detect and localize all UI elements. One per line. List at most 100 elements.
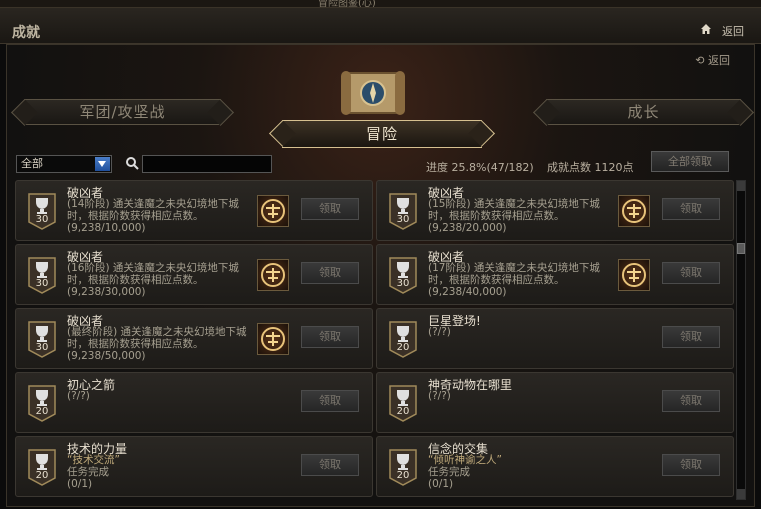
category-dropdown[interactable]: 全部: [16, 155, 112, 173]
trophy-icon: 30: [388, 256, 418, 294]
trophy-icon: 20: [388, 448, 418, 486]
achievement-list: 30 破凶者 (14阶段) 通关逢魔之未央幻境地下城时，根据阶数获得相应点数。 (9…: [15, 180, 735, 503]
achievement-quote: “技术交流”: [67, 454, 120, 466]
achievement-progress: (9,238/40,000): [428, 286, 507, 298]
achievement-progress: (9,238/20,000): [428, 222, 507, 234]
achievement-progress: (9,238/10,000): [67, 222, 146, 234]
achievement-points: 20: [396, 406, 410, 417]
achievement-description: (?/?): [428, 390, 618, 402]
claim-button[interactable]: 领取: [662, 198, 720, 220]
achievement-progress: (?/?): [67, 390, 90, 402]
reward-emblem-icon[interactable]: [257, 259, 289, 291]
window-title: 冒险图鉴(心): [318, 0, 376, 8]
header: 成就 返回: [0, 8, 761, 44]
claim-button[interactable]: 领取: [662, 454, 720, 476]
achievement-card: 30 破凶者 (15阶段) 通关逢魔之未央幻境地下城时，根据阶数获得相应点数。 (9…: [376, 180, 734, 241]
search-input[interactable]: [142, 155, 272, 173]
trophy-icon: 30: [27, 256, 57, 294]
achievement-panel: ⟲ 返回 军团/攻坚战 冒险 成长 全部 进度 25.8%(47/182) 成就…: [6, 44, 755, 507]
claim-button[interactable]: 领取: [301, 454, 359, 476]
panel-back-label: 返回: [708, 54, 730, 67]
achievement-desc-text: (最终阶段) 通关逢魔之未央幻境地下城时，根据阶数获得相应点数。: [67, 326, 247, 350]
achievement-card: 20 初心之箭 (?/?) 领取: [15, 372, 373, 433]
reward-emblem-icon[interactable]: [618, 195, 650, 227]
claim-button[interactable]: 领取: [662, 390, 720, 412]
achievement-points: 30: [396, 278, 410, 289]
achievement-card: 30 破凶者 (14阶段) 通关逢魔之未央幻境地下城时，根据阶数获得相应点数。 (9…: [15, 180, 373, 241]
achievement-desc-text: (15阶段) 通关逢魔之未央幻境地下城时，根据阶数获得相应点数。: [428, 198, 600, 222]
achievement-desc-text: (17阶段) 通关逢魔之未央幻境地下城时，根据阶数获得相应点数。: [428, 262, 600, 286]
achievement-card: 20 技术的力量 “技术交流” 任务完成 (0/1) 领取: [15, 436, 373, 497]
trophy-icon: 30: [27, 320, 57, 358]
header-back-button[interactable]: 返回: [722, 23, 744, 39]
achievement-description: (17阶段) 通关逢魔之未央幻境地下城时，根据阶数获得相应点数。 (9,238/4…: [428, 262, 618, 298]
achievement-progress: (9,238/50,000): [67, 350, 146, 362]
achievement-card: 30 破凶者 (最终阶段) 通关逢魔之未央幻境地下城时，根据阶数获得相应点数。 (9…: [15, 308, 373, 369]
achievement-points: 30: [35, 342, 49, 353]
achievement-progress: (?/?): [428, 326, 451, 338]
points-label: 成就点数: [547, 161, 591, 174]
scroll-up-arrow[interactable]: [737, 181, 745, 191]
scroll-emblem-icon: [337, 67, 409, 119]
tab-adventure[interactable]: 冒险: [282, 120, 482, 148]
achievement-card: 20 神奇动物在哪里 (?/?) 领取: [376, 372, 734, 433]
points-text: 成就点数 1120点: [547, 159, 634, 175]
achievement-desc-text: 任务完成: [428, 466, 470, 478]
claim-button[interactable]: 领取: [662, 326, 720, 348]
claim-button[interactable]: 领取: [301, 198, 359, 220]
claim-button[interactable]: 领取: [301, 326, 359, 348]
claim-button[interactable]: 领取: [662, 262, 720, 284]
trophy-icon: 30: [388, 192, 418, 230]
progress-text: 进度 25.8%(47/182): [426, 159, 534, 175]
achievement-description: (最终阶段) 通关逢魔之未央幻境地下城时，根据阶数获得相应点数。 (9,238/5…: [67, 326, 257, 362]
trophy-icon: 20: [388, 384, 418, 422]
home-icon[interactable]: [700, 23, 712, 35]
claim-all-button[interactable]: 全部领取: [651, 151, 729, 172]
achievement-quote: “倾听神谕之人”: [428, 454, 502, 466]
achievement-desc-text: 任务完成: [67, 466, 109, 478]
reward-emblem-icon[interactable]: [257, 323, 289, 355]
points-value: 1120点: [594, 161, 634, 174]
progress-value: 25.8%(47/182): [451, 161, 534, 174]
achievement-progress: (0/1): [67, 478, 93, 490]
achievement-points: 20: [35, 470, 49, 481]
achievement-card: 30 破凶者 (16阶段) 通关逢魔之未央幻境地下城时，根据阶数获得相应点数。 (9…: [15, 244, 373, 305]
achievement-description: (15阶段) 通关逢魔之未央幻境地下城时，根据阶数获得相应点数。 (9,238/2…: [428, 198, 618, 234]
achievement-description: “技术交流” 任务完成 (0/1): [67, 454, 257, 490]
back-arrow-icon: ⟲: [695, 54, 705, 67]
achievement-points: 30: [35, 214, 49, 225]
panel-back-button[interactable]: ⟲ 返回: [695, 52, 730, 68]
scroll-thumb[interactable]: [737, 243, 745, 254]
tab-growth[interactable]: 成长: [546, 99, 741, 125]
window-titlebar: 冒险图鉴(心): [0, 0, 761, 8]
reward-emblem-icon[interactable]: [257, 195, 289, 227]
reward-emblem-icon[interactable]: [618, 259, 650, 291]
scroll-down-arrow[interactable]: [737, 489, 745, 499]
achievement-desc-text: (16阶段) 通关逢魔之未央幻境地下城时，根据阶数获得相应点数。: [67, 262, 239, 286]
list-scrollbar[interactable]: [736, 180, 746, 500]
progress-label: 进度: [426, 161, 448, 174]
achievement-progress: (?/?): [428, 390, 451, 402]
achievement-description: (?/?): [67, 390, 257, 402]
achievement-description: (?/?): [428, 326, 618, 338]
achievement-points: 30: [396, 214, 410, 225]
claim-button[interactable]: 领取: [301, 390, 359, 412]
achievement-card: 30 破凶者 (17阶段) 通关逢魔之未央幻境地下城时，根据阶数获得相应点数。 (9…: [376, 244, 734, 305]
achievement-points: 20: [396, 470, 410, 481]
achievement-points: 20: [35, 406, 49, 417]
claim-button[interactable]: 领取: [301, 262, 359, 284]
search-icon: [125, 156, 139, 170]
achievement-card: 20 信念的交集 “倾听神谕之人” 任务完成 (0/1) 领取: [376, 436, 734, 497]
category-dropdown-value: 全部: [21, 157, 43, 170]
page-title: 成就: [12, 25, 40, 41]
chevron-down-icon[interactable]: [95, 157, 110, 171]
trophy-icon: 20: [27, 448, 57, 486]
achievement-description: (16阶段) 通关逢魔之未央幻境地下城时，根据阶数获得相应点数。 (9,238/3…: [67, 262, 257, 298]
tab-army-siege[interactable]: 军团/攻坚战: [24, 99, 221, 125]
achievement-points: 20: [396, 342, 410, 353]
achievement-description: “倾听神谕之人” 任务完成 (0/1): [428, 454, 618, 490]
achievement-card: 20 巨星登场! (?/?) 领取: [376, 308, 734, 369]
achievement-description: (14阶段) 通关逢魔之未央幻境地下城时，根据阶数获得相应点数。 (9,238/1…: [67, 198, 257, 234]
trophy-icon: 30: [27, 192, 57, 230]
trophy-icon: 20: [27, 384, 57, 422]
